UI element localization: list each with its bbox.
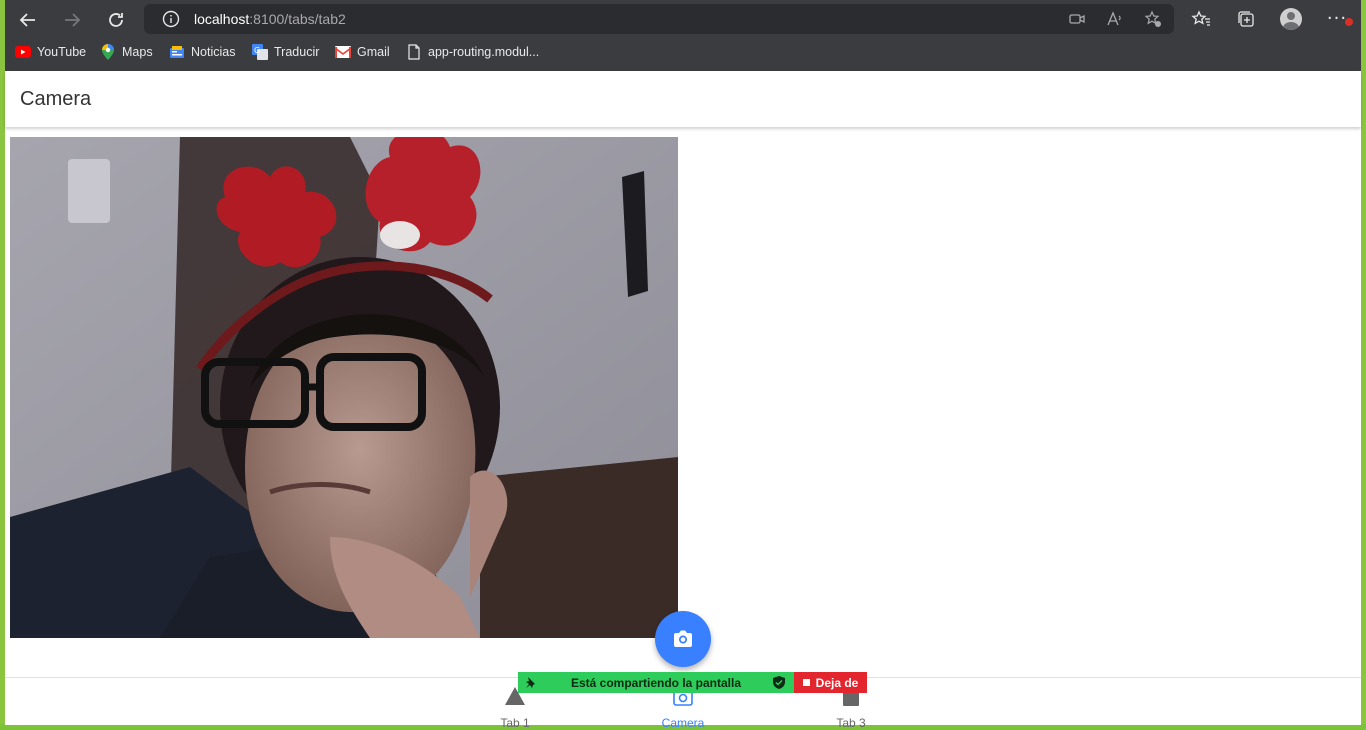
file-icon	[406, 44, 422, 60]
screen-share-text: Está compartiendo la pantalla	[570, 675, 742, 690]
photo-image	[10, 137, 678, 638]
stop-icon	[802, 679, 810, 686]
tab-label: Tab 1	[500, 716, 530, 730]
notification-badge	[1345, 18, 1354, 26]
url-path: :8100/tabs/tab2	[249, 11, 346, 27]
window-frame-right	[1361, 0, 1366, 724]
bookmarks-bar: YouTube Maps Noticias G Traducir Gmail a…	[5, 40, 1361, 64]
video-camera-icon[interactable]	[1068, 10, 1086, 28]
bookmark-label: Gmail	[357, 45, 390, 59]
browser-toolbar: localhost:8100/tabs/tab2 ···	[5, 0, 1361, 38]
app-header: Camera	[5, 71, 1361, 127]
page-title: Camera	[20, 88, 92, 110]
take-photo-button[interactable]	[655, 611, 711, 667]
profile-button[interactable]	[1280, 8, 1302, 30]
settings-menu-button[interactable]: ···	[1326, 8, 1354, 30]
more-options-icon: ···	[1327, 10, 1354, 28]
reload-icon	[109, 13, 123, 27]
tab-label: Camera	[661, 716, 705, 730]
bookmark-news[interactable]: Noticias	[169, 42, 235, 62]
svg-text:G: G	[254, 46, 260, 55]
browser-chrome: localhost:8100/tabs/tab2 ··· YouTube Map…	[5, 0, 1361, 71]
stop-sharing-label: Deja de	[815, 675, 859, 690]
read-aloud-icon[interactable]	[1106, 10, 1124, 28]
bookmark-app-routing[interactable]: app-routing.modul...	[406, 42, 539, 62]
address-bar[interactable]: localhost:8100/tabs/tab2	[144, 4, 1174, 34]
tab-label: Tab 3	[836, 716, 866, 730]
favorites-button[interactable]	[1190, 8, 1212, 30]
news-icon	[169, 44, 185, 60]
back-button[interactable]	[14, 6, 42, 34]
bookmark-label: Noticias	[191, 45, 236, 59]
arrow-left-icon	[19, 13, 35, 27]
reload-button[interactable]	[102, 6, 130, 34]
translate-icon: G	[252, 44, 268, 60]
url-host: localhost	[194, 11, 250, 27]
bookmark-gmail[interactable]: Gmail	[335, 42, 390, 62]
avatar	[1280, 8, 1302, 30]
captured-photo	[10, 137, 678, 638]
site-info-icon[interactable]	[162, 10, 180, 28]
bookmark-label: Traducir	[274, 45, 320, 59]
app-content: Camera Tab 1 Camera Tab 3	[5, 71, 1361, 730]
bookmark-maps[interactable]: Maps	[100, 42, 153, 62]
shield-icon	[773, 676, 785, 689]
add-favorite-icon[interactable]	[1144, 10, 1162, 28]
screen-share-message[interactable]: Está compartiendo la pantalla	[518, 672, 794, 693]
collections-button[interactable]	[1235, 8, 1257, 30]
bookmark-label: YouTube	[37, 45, 87, 59]
pin-icon	[526, 677, 535, 688]
favorites-icon	[1191, 10, 1210, 26]
bookmark-label: Maps	[122, 45, 153, 59]
url-text[interactable]: localhost:8100/tabs/tab2	[194, 11, 346, 27]
gmail-icon	[335, 44, 351, 60]
screen-share-indicator: Está compartiendo la pantalla Deja de	[518, 672, 867, 693]
camera-icon	[674, 630, 692, 647]
maps-icon	[100, 44, 116, 60]
forward-button[interactable]	[58, 6, 86, 34]
bookmark-translate[interactable]: G Traducir	[252, 42, 319, 62]
collections-icon	[1238, 11, 1254, 27]
bookmark-label: app-routing.modul...	[428, 45, 540, 59]
arrow-right-icon	[65, 13, 81, 27]
youtube-icon	[15, 44, 31, 60]
stop-sharing-button[interactable]: Deja de	[794, 672, 867, 693]
bookmark-youtube[interactable]: YouTube	[15, 42, 86, 62]
